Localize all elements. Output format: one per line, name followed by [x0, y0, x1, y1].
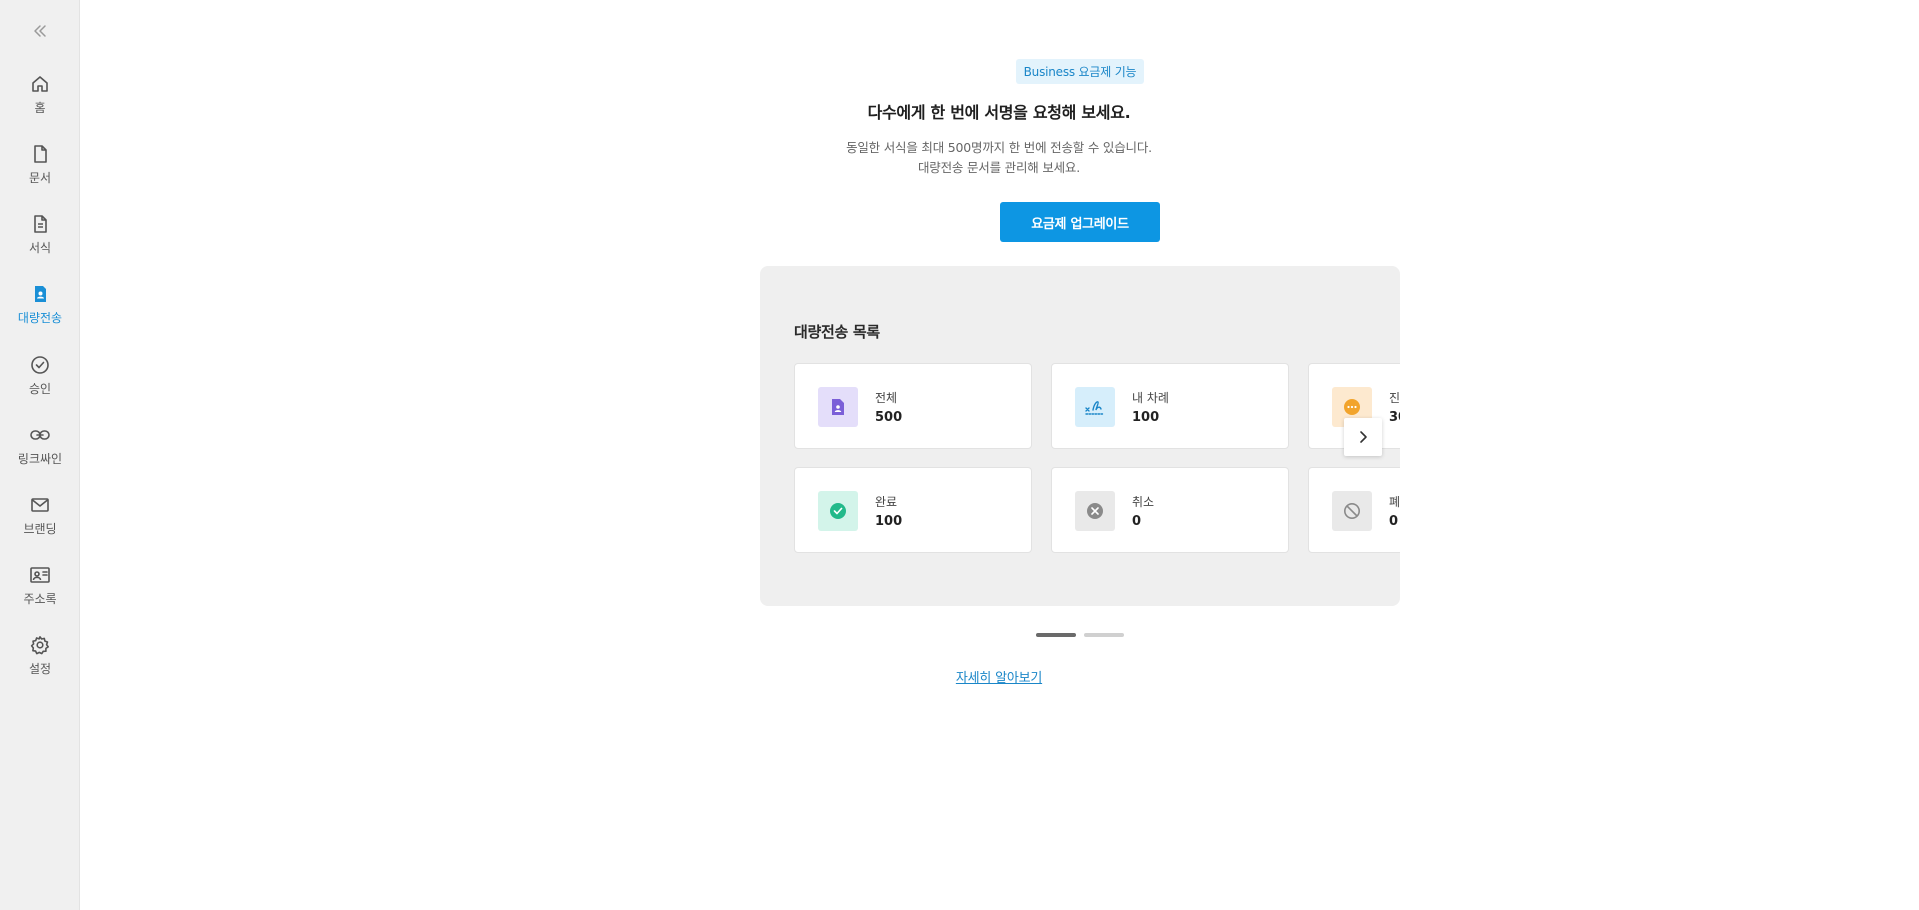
- sidebar-item-bulk-send[interactable]: 대량전송: [0, 282, 80, 342]
- sidebar-item-label: 승인: [28, 382, 52, 396]
- card-label: 진행 중: [1389, 391, 1400, 405]
- card-label: 폐기: [1389, 495, 1400, 509]
- card-label: 전체: [875, 391, 898, 405]
- bulk-send-icon: [28, 282, 52, 306]
- card-value: 100: [875, 514, 903, 529]
- status-card-discarded: 폐기 0: [1308, 467, 1400, 553]
- template-icon: [28, 212, 52, 236]
- sidebar-item-home[interactable]: 홈: [0, 72, 80, 132]
- mail-icon: [28, 493, 52, 517]
- plan-badge: Business 요금제 기능: [1016, 59, 1144, 84]
- card-label: 취소: [1132, 495, 1155, 509]
- check-circle-icon: [28, 353, 52, 377]
- carousel-next-button[interactable]: [1344, 418, 1382, 456]
- pagination-dot-active[interactable]: [1036, 633, 1076, 637]
- status-card-all: 전체 500: [794, 363, 1032, 449]
- sidebar-item-label: 서식: [28, 241, 52, 255]
- sidebar-item-approval[interactable]: 승인: [0, 353, 80, 413]
- card-label: 내 차례: [1132, 391, 1169, 405]
- home-icon: [28, 72, 52, 96]
- sidebar-item-label: 주소록: [23, 592, 57, 606]
- description-line: 대량전송 문서를 관리해 보세요.: [918, 160, 1080, 175]
- x-circle-icon: [1075, 491, 1115, 531]
- sidebar-item-templates[interactable]: 서식: [0, 212, 80, 272]
- card-value: 100: [1132, 410, 1160, 425]
- signature-pen-icon: [1075, 387, 1115, 427]
- sidebar-item-label: 링크싸인: [17, 452, 63, 466]
- page-description: 동일한 서식을 최대 500명까지 한 번에 전송할 수 있습니다. 대량전송 …: [80, 138, 1918, 178]
- sidebar-item-contacts[interactable]: 주소록: [0, 563, 80, 623]
- preview-title: 대량전송 목록: [794, 323, 880, 341]
- page-title: 다수에게 한 번에 서명을 요청해 보세요.: [867, 103, 1131, 122]
- link-icon: [28, 423, 52, 447]
- collapse-sidebar-button[interactable]: [28, 20, 52, 42]
- check-circle-icon: [818, 491, 858, 531]
- upgrade-plan-button[interactable]: 요금제 업그레이드: [1000, 202, 1160, 242]
- sidebar-item-label: 대량전송: [17, 311, 63, 325]
- prohibited-icon: [1332, 491, 1372, 531]
- document-icon: [28, 142, 52, 166]
- contact-card-icon: [28, 563, 52, 587]
- sidebar-item-branding[interactable]: 브랜딩: [0, 493, 80, 553]
- double-chevron-left-icon: [34, 25, 46, 37]
- sidebar-item-link-sign[interactable]: 링크싸인: [0, 423, 80, 483]
- sidebar-item-documents[interactable]: 문서: [0, 142, 80, 202]
- sidebar-item-label: 문서: [28, 171, 52, 185]
- main-content: Business 요금제 기능 다수에게 한 번에 서명을 요청해 보세요. 동…: [80, 0, 1919, 910]
- card-value: 300: [1389, 410, 1400, 425]
- sidebar-item-label: 브랜딩: [23, 522, 57, 536]
- sidebar-item-label: 홈: [34, 101, 46, 115]
- learn-more-link[interactable]: 자세히 알아보기: [80, 667, 1918, 686]
- sidebar: 홈 문서 서식 대량전송 승인 링크싸인 브랜딩 주소록 설정: [0, 0, 80, 910]
- bulk-send-preview: 대량전송 목록 전체 500 내 차례 100 진행 중 300: [760, 266, 1400, 606]
- status-card-canceled: 취소 0: [1051, 467, 1289, 553]
- card-value: 0: [1389, 514, 1399, 529]
- card-label: 완료: [875, 495, 898, 509]
- status-card-completed: 완료 100: [794, 467, 1032, 553]
- description-line: 동일한 서식을 최대 500명까지 한 번에 전송할 수 있습니다.: [846, 140, 1152, 155]
- pagination-dot[interactable]: [1084, 633, 1124, 637]
- sidebar-item-label: 설정: [28, 662, 52, 676]
- chevron-right-icon: [1360, 431, 1367, 443]
- card-value: 500: [875, 410, 903, 425]
- status-card-my-turn: 내 차례 100: [1051, 363, 1289, 449]
- document-person-icon: [818, 387, 858, 427]
- sidebar-item-settings[interactable]: 설정: [0, 633, 80, 693]
- card-value: 0: [1132, 514, 1142, 529]
- gear-icon: [28, 633, 52, 657]
